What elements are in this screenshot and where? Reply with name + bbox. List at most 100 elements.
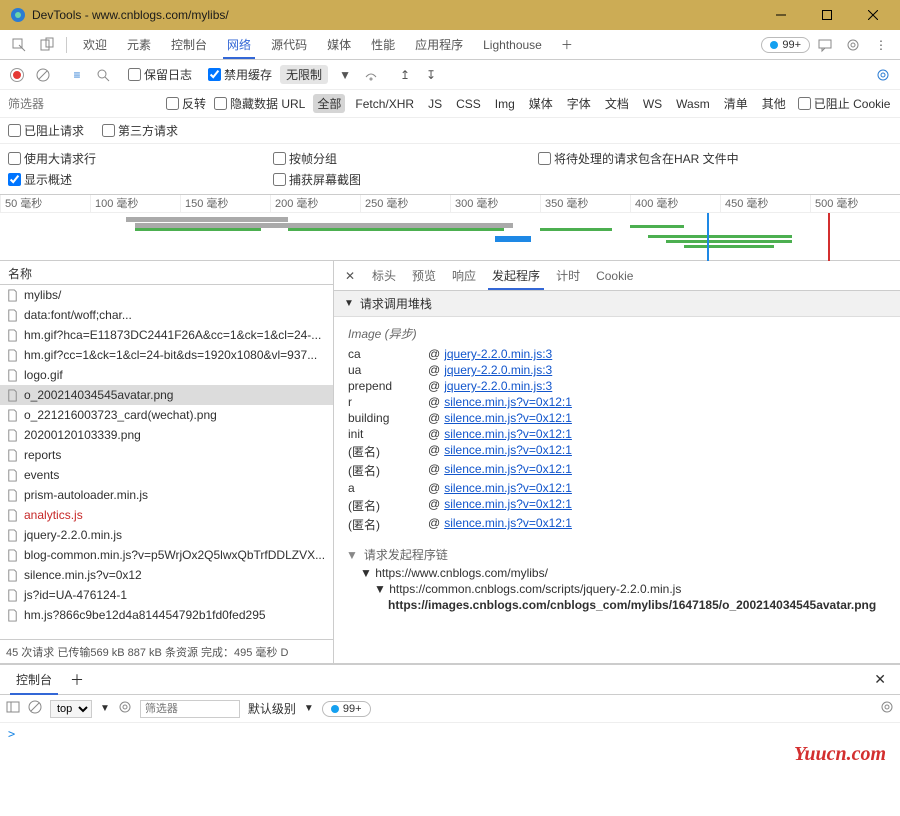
inspect-icon[interactable] xyxy=(6,32,32,58)
network-conditions-icon[interactable] xyxy=(362,66,380,84)
detail-tab[interactable]: 发起程序 xyxy=(484,263,548,289)
export-har-icon[interactable]: ↧ xyxy=(422,66,440,84)
filter-type[interactable]: 其他 xyxy=(758,94,790,113)
group-frame-checkbox[interactable]: 按帧分组 xyxy=(273,150,538,167)
filter-type[interactable]: JS xyxy=(424,96,446,112)
close-detail-button[interactable]: ✕ xyxy=(340,269,360,283)
detail-tab[interactable]: 响应 xyxy=(444,263,484,289)
panel-tab[interactable]: 欢迎 xyxy=(73,32,117,58)
request-row[interactable]: hm.js?866c9be12d4a814454792b1fd0fed295 xyxy=(0,605,333,625)
request-row[interactable]: 20200120103339.png xyxy=(0,425,333,445)
issues-badge[interactable]: 99+ xyxy=(761,37,810,53)
filter-type[interactable]: Img xyxy=(491,96,519,112)
maximize-button[interactable] xyxy=(804,0,850,30)
stack-frame[interactable]: (匿名)@silence.min.js?v=0x12:1 xyxy=(348,461,886,480)
drawer-close-button[interactable]: ✕ xyxy=(866,667,894,692)
throttle-caret-icon[interactable]: ▼ xyxy=(336,66,354,84)
disable-cache-checkbox[interactable]: 禁用缓存 xyxy=(208,66,272,83)
stack-frame[interactable]: ua@jquery-2.2.0.min.js:3 xyxy=(348,362,886,378)
stack-frame[interactable]: a@silence.min.js?v=0x12:1 xyxy=(348,480,886,496)
live-expression-icon[interactable] xyxy=(118,700,132,717)
throttle-select[interactable]: 无限制 xyxy=(280,65,328,84)
device-toggle-icon[interactable] xyxy=(34,32,60,58)
request-row[interactable]: o_221216003723_card(wechat).png xyxy=(0,405,333,425)
request-row[interactable]: prism-autoloader.min.js xyxy=(0,485,333,505)
add-tab-button[interactable]: ＋ xyxy=(554,32,580,58)
console-clear-button[interactable] xyxy=(28,700,42,717)
requests-list[interactable]: mylibs/data:font/woff;char...hm.gif?hca=… xyxy=(0,285,333,639)
more-icon[interactable]: ⋮ xyxy=(868,32,894,58)
feedback-icon[interactable] xyxy=(812,32,838,58)
stack-frame[interactable]: (匿名)@silence.min.js?v=0x12:1 xyxy=(348,442,886,461)
filter-type[interactable]: WS xyxy=(639,96,666,112)
console-prompt[interactable]: > xyxy=(0,723,900,745)
invert-checkbox[interactable]: 反转 xyxy=(166,95,206,112)
stack-frame[interactable]: init@silence.min.js?v=0x12:1 xyxy=(348,426,886,442)
filter-type[interactable]: 文档 xyxy=(601,94,633,113)
stack-frame[interactable]: (匿名)@silence.min.js?v=0x12:1 xyxy=(348,496,886,515)
request-row[interactable]: events xyxy=(0,465,333,485)
console-filter-input[interactable] xyxy=(140,700,240,718)
panel-tab[interactable]: 网络 xyxy=(217,32,261,58)
panel-tab[interactable]: 媒体 xyxy=(317,32,361,58)
filter-type[interactable]: 字体 xyxy=(563,94,595,113)
panel-tab[interactable]: Lighthouse xyxy=(473,32,552,58)
request-row[interactable]: data:font/woff;char... xyxy=(0,305,333,325)
context-select[interactable]: top xyxy=(50,700,92,718)
request-row[interactable]: o_200214034545avatar.png xyxy=(0,385,333,405)
request-row[interactable]: js?id=UA-476124-1 xyxy=(0,585,333,605)
request-row[interactable]: analytics.js xyxy=(0,505,333,525)
console-issues-badge[interactable]: 99+ xyxy=(322,701,371,717)
stack-frame[interactable]: ca@jquery-2.2.0.min.js:3 xyxy=(348,346,886,362)
panel-tab[interactable]: 性能 xyxy=(361,32,405,58)
filter-type[interactable]: 清单 xyxy=(720,94,752,113)
initiator-chain-header[interactable]: ▼请求发起程序链 xyxy=(346,544,888,565)
call-stack-header[interactable]: ▼请求调用堆栈 xyxy=(334,291,900,317)
blocked-cookie-checkbox[interactable]: 已阻止 Cookie xyxy=(798,95,891,112)
import-har-icon[interactable]: ↥ xyxy=(396,66,414,84)
panel-tab[interactable]: 控制台 xyxy=(161,32,217,58)
console-settings-icon[interactable] xyxy=(880,700,894,717)
hide-data-urls-checkbox[interactable]: 隐藏数据 URL xyxy=(214,95,305,112)
chain-item-current[interactable]: https://images.cnblogs.com/cnblogs_com/m… xyxy=(346,597,888,613)
request-row[interactable]: jquery-2.2.0.min.js xyxy=(0,525,333,545)
request-row[interactable]: hm.gif?hca=E11873DC2441F26A&cc=1&ck=1&cl… xyxy=(0,325,333,345)
clear-button[interactable] xyxy=(34,66,52,84)
screenshots-checkbox[interactable]: 捕获屏幕截图 xyxy=(273,171,538,188)
stack-frame[interactable]: (匿名)@silence.min.js?v=0x12:1 xyxy=(348,515,886,534)
blocked-requests-checkbox[interactable]: 已阻止请求 xyxy=(8,122,84,139)
request-row[interactable]: blog-common.min.js?v=p5WrjOx2Q5lwxQbTrfD… xyxy=(0,545,333,565)
stack-frame[interactable]: prepend@jquery-2.2.0.min.js:3 xyxy=(348,378,886,394)
log-level-select[interactable]: 默认级别 xyxy=(248,700,296,717)
filter-type[interactable]: CSS xyxy=(452,96,485,112)
console-sidebar-toggle[interactable] xyxy=(6,700,20,717)
stack-frame[interactable]: building@silence.min.js?v=0x12:1 xyxy=(348,410,886,426)
minimize-button[interactable] xyxy=(758,0,804,30)
chain-item[interactable]: ▼ https://common.cnblogs.com/scripts/jqu… xyxy=(346,581,888,597)
detail-tab[interactable]: 计时 xyxy=(548,263,588,289)
panel-tab[interactable]: 应用程序 xyxy=(405,32,473,58)
large-rows-checkbox[interactable]: 使用大请求行 xyxy=(8,150,273,167)
third-party-checkbox[interactable]: 第三方请求 xyxy=(102,122,178,139)
drawer-tab-console[interactable]: 控制台 xyxy=(6,665,62,694)
name-column-header[interactable]: 名称 xyxy=(0,261,333,285)
filter-type[interactable]: Wasm xyxy=(672,96,714,112)
panel-tab[interactable]: 源代码 xyxy=(261,32,317,58)
detail-tab[interactable]: 标头 xyxy=(364,263,404,289)
filter-type[interactable]: Fetch/XHR xyxy=(351,96,418,112)
stack-frame[interactable]: r@silence.min.js?v=0x12:1 xyxy=(348,394,886,410)
filter-input[interactable] xyxy=(8,97,158,111)
panel-tab[interactable]: 元素 xyxy=(117,32,161,58)
search-icon[interactable] xyxy=(94,66,112,84)
overview-checkbox[interactable]: 显示概述 xyxy=(8,171,273,188)
network-settings-icon[interactable] xyxy=(874,66,892,84)
request-row[interactable]: silence.min.js?v=0x12 xyxy=(0,565,333,585)
detail-tab[interactable]: 预览 xyxy=(404,263,444,289)
filter-toggle-icon[interactable]: ≡ xyxy=(68,66,86,84)
include-har-checkbox[interactable]: 将待处理的请求包含在HAR 文件中 xyxy=(538,150,803,167)
record-button[interactable] xyxy=(8,66,26,84)
chain-item[interactable]: ▼ https://www.cnblogs.com/mylibs/ xyxy=(346,565,888,581)
request-row[interactable]: hm.gif?cc=1&ck=1&cl=24-bit&ds=1920x1080&… xyxy=(0,345,333,365)
detail-tab[interactable]: Cookie xyxy=(588,263,641,289)
request-row[interactable]: mylibs/ xyxy=(0,285,333,305)
